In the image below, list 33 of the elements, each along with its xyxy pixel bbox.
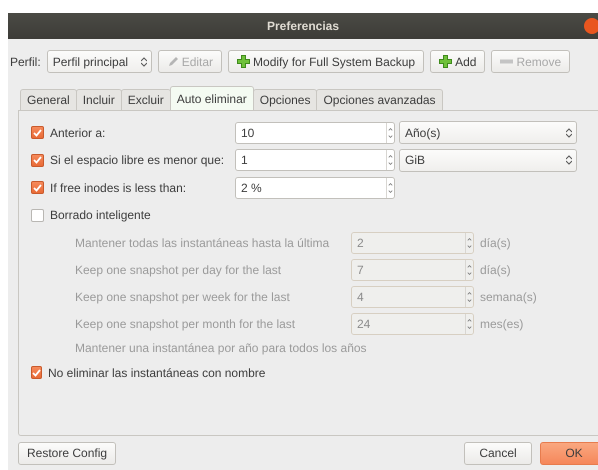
option-label: Mantener todas las instantáneas hasta la última <box>75 234 330 250</box>
number-field[interactable]: 10 <box>235 122 395 144</box>
option-label: Borrado inteligente <box>50 207 151 224</box>
option-label: Mantener una instantánea por año para todos los años <box>75 340 367 356</box>
number-field[interactable]: 2 % <box>235 176 395 199</box>
unit-label: día(s) <box>480 262 511 278</box>
option-label: Anterior a: <box>50 124 106 141</box>
tab[interactable]: Auto eliminar <box>170 86 254 110</box>
unit-label: mes(es) <box>480 316 524 332</box>
cancel-button[interactable]: Cancel <box>464 442 532 464</box>
option-label: Keep one snapshot per day for the last <box>75 262 282 278</box>
unit-dropdown[interactable]: GiB <box>399 148 577 172</box>
window-title: Preferencias <box>8 13 598 39</box>
option-label: Si el espacio libre es menor que: <box>50 152 224 168</box>
option-label: If free inodes is less than: <box>50 180 186 196</box>
option-label: Keep one snapshot per month for the last <box>75 316 296 332</box>
unit-dropdown[interactable]: Año(s) <box>399 121 577 144</box>
tab[interactable]: General <box>20 89 77 110</box>
toolbar-button[interactable]: Add <box>430 50 486 73</box>
tab[interactable]: Opciones <box>252 89 318 110</box>
tab[interactable]: Opciones avanzadas <box>316 89 443 110</box>
profile-dropdown[interactable]: Perfil principal <box>46 50 152 73</box>
ok-button[interactable]: OK <box>540 442 598 464</box>
tab[interactable]: Excluir <box>120 89 171 110</box>
tab[interactable]: Incluir <box>76 89 122 110</box>
unit-label: semana(s) <box>480 288 537 304</box>
option-label: No eliminar las instantáneas con nombre <box>48 364 266 381</box>
unit-label: día(s) <box>480 234 511 250</box>
option-label: Keep one snapshot per week for the last <box>75 288 290 304</box>
toolbar-button[interactable]: Modify for Full System Backup <box>228 50 424 73</box>
profile-label: Perfil: <box>10 54 41 70</box>
restore-config-button[interactable]: Restore Config <box>18 442 116 464</box>
number-field[interactable]: 1 <box>235 149 395 172</box>
